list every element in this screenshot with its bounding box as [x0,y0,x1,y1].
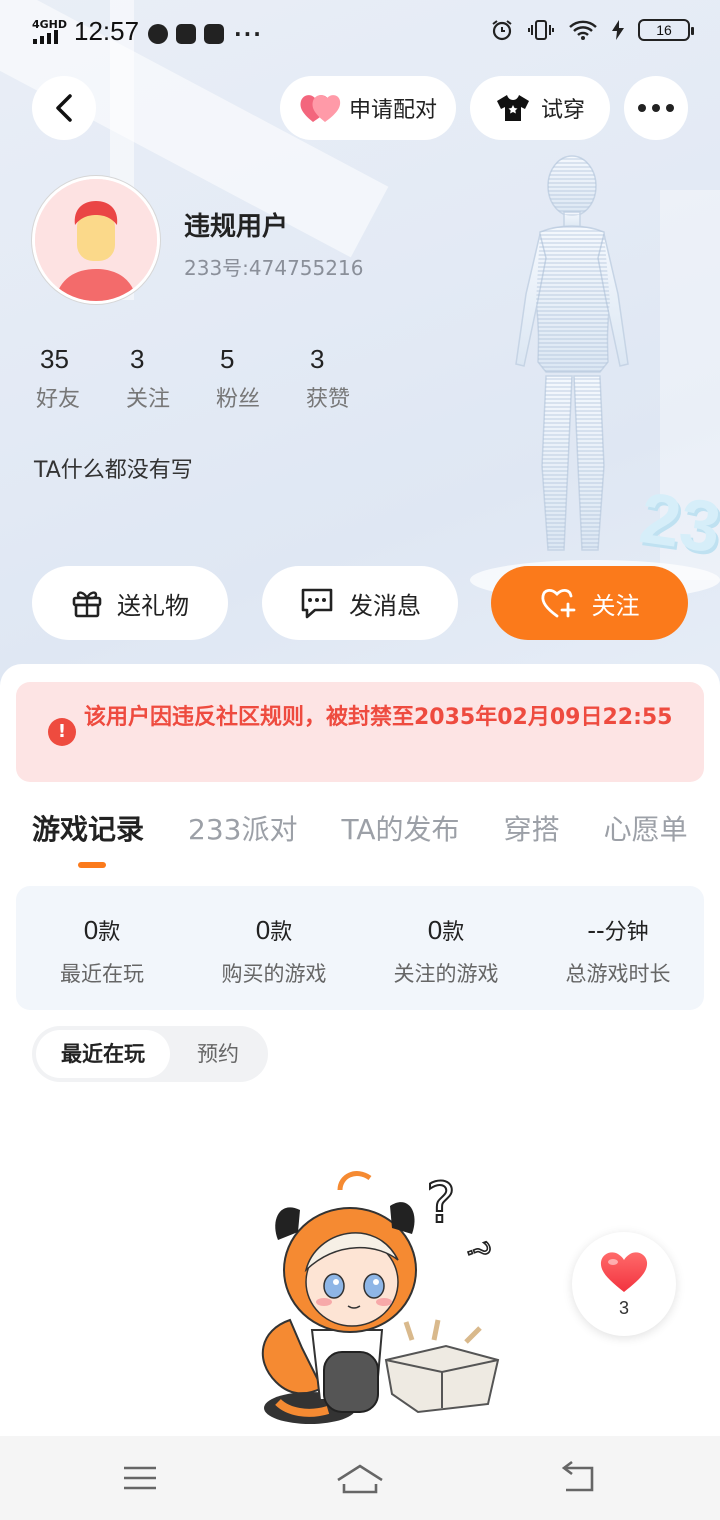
game-stat-value: 0款 [188,914,360,946]
stat-label: 关注 [126,387,171,412]
heart-icon [300,95,341,122]
try-on-label: 试穿 [540,98,585,123]
try-on-button[interactable]: 试穿 [470,76,610,140]
send-message-button[interactable]: 发消息 [262,566,458,640]
stat-likes[interactable]: 3 获赞 [300,344,390,413]
user-name: 违规用户 [184,212,289,242]
tab-game-records[interactable]: 游戏记录 [32,808,144,848]
game-stat-value: --分钟 [532,914,704,946]
avatar[interactable] [32,176,160,304]
user-id[interactable]: 233号:474755216 [184,252,363,281]
heart-icon [600,1252,648,1292]
game-stat-label: 购买的游戏 [221,962,327,986]
unit: 款 [442,920,465,945]
status-bar: 4GHD 12:57 ··· 16 [0,0,720,64]
request-pair-label: 申请配对 [348,98,437,123]
subtab-reservations[interactable]: 预约 [178,1030,258,1078]
svg-text:?: ? [426,1171,456,1236]
gift-icon [72,591,102,618]
stat-value: 5 [220,344,235,374]
more-icon [666,104,674,112]
vibrate-icon [528,20,554,40]
user-bio: TA什么都没有写 [34,458,193,483]
back-icon [56,94,72,122]
likes-count: 3 [618,1298,629,1318]
follow-button[interactable]: 关注 [491,566,688,640]
unit: 分钟 [604,920,649,945]
subtab-recent[interactable]: 最近在玩 [36,1030,170,1078]
stat-value: 3 [310,344,325,374]
message-icon [301,588,333,619]
clock: 12:57 [74,16,140,46]
return-icon[interactable] [550,1458,610,1498]
more-notifications: ··· [234,22,263,46]
more-button[interactable] [624,76,688,140]
game-subtabs: 最近在玩 预约 [32,1026,268,1082]
game-stat-label: 最近在玩 [60,962,144,986]
more-icon [638,104,646,112]
stat-friends[interactable]: 35 好友 [30,344,120,413]
game-stat-purchased[interactable]: 0款 购买的游戏 [188,886,360,1010]
empty-state-mascot: ? ? [261,1170,500,1424]
app-notification-icon [176,24,196,44]
signal-icon [33,30,63,44]
value: -- [587,915,605,945]
game-stat-label: 关注的游戏 [393,962,499,986]
tab-wishlist[interactable]: 心愿单 [604,808,688,848]
stat-value: 3 [130,344,145,374]
game-stat-value: 0款 [16,914,188,946]
likes-button[interactable]: 3 [572,1232,676,1336]
follow-label: 关注 [591,591,640,620]
game-stat-label: 总游戏时长 [565,962,671,986]
send-gift-label: 送礼物 [117,591,189,620]
game-stat-recent[interactable]: 0款 最近在玩 [16,886,188,1010]
value: 0 [427,915,443,945]
default-avatar-icon [35,179,157,301]
more-icon [652,104,660,112]
back-button[interactable] [32,76,96,140]
alert-icon: ! [48,718,76,746]
stat-following[interactable]: 3 关注 [120,344,210,413]
game-stat-followed[interactable]: 0款 关注的游戏 [360,886,532,1010]
music-notification-icon [204,24,224,44]
game-stats-card: 0款 最近在玩 0款 购买的游戏 0款 关注的游戏 --分钟 总游戏时长 [16,886,704,1010]
stat-fans[interactable]: 5 粉丝 [210,344,300,413]
tab-posts[interactable]: TA的发布 [341,808,459,848]
ban-notice: ! 该用户因违反社区规则，被封禁至2035年02月09日22:55 [16,682,704,782]
tab-233-party[interactable]: 233派对 [188,808,297,848]
heart-plus-icon [540,589,575,618]
value: 0 [83,915,99,945]
ban-notice-text: 该用户因违反社区规则，被封禁至2035年02月09日22:55 [84,705,673,730]
home-icon[interactable] [330,1458,390,1498]
stat-label: 好友 [36,387,81,412]
charging-icon [612,20,624,40]
send-gift-button[interactable]: 送礼物 [32,566,228,640]
tshirt-icon [496,95,529,121]
app-notification-icon [148,24,168,44]
menu-icon[interactable] [110,1458,170,1498]
svg-text:?: ? [458,1237,496,1264]
battery-indicator: 16 [638,19,694,41]
stat-label: 获赞 [306,387,351,412]
profile-stats: 35 好友 3 关注 5 粉丝 3 获赞 [30,344,390,413]
alarm-icon [492,20,512,41]
stat-value: 35 [40,344,69,374]
unit: 款 [270,920,293,945]
stat-label: 粉丝 [216,387,261,412]
tab-outfits[interactable]: 穿搭 [504,808,560,848]
avatar-3d-model[interactable] [488,150,658,570]
send-message-label: 发消息 [349,591,421,620]
active-tab-indicator [78,862,106,868]
game-stat-value: 0款 [360,914,532,946]
game-stat-playtime[interactable]: --分钟 总游戏时长 [532,886,704,1010]
unit: 款 [98,920,121,945]
profile-tabs: 游戏记录 233派对 TA的发布 穿搭 心愿单 [32,808,720,848]
wifi-icon [569,20,597,40]
notification-icons: ··· [148,22,263,46]
system-navigation-bar [0,1436,720,1520]
request-pair-button[interactable]: 申请配对 [280,76,456,140]
value: 0 [255,915,271,945]
